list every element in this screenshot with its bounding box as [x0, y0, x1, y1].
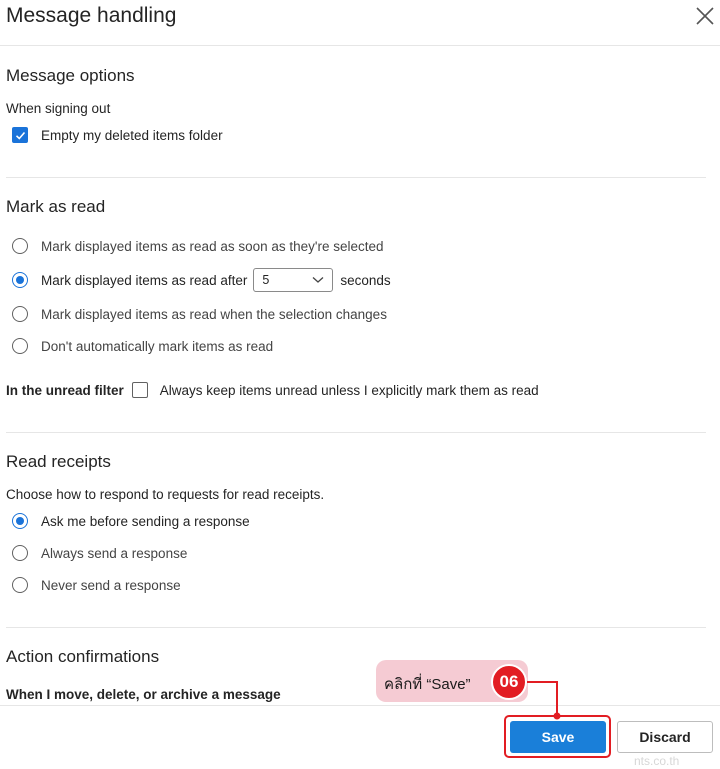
watermark: nts.co.th [634, 754, 680, 768]
step-number-badge: 06 [491, 664, 527, 700]
connector-line [527, 681, 561, 720]
